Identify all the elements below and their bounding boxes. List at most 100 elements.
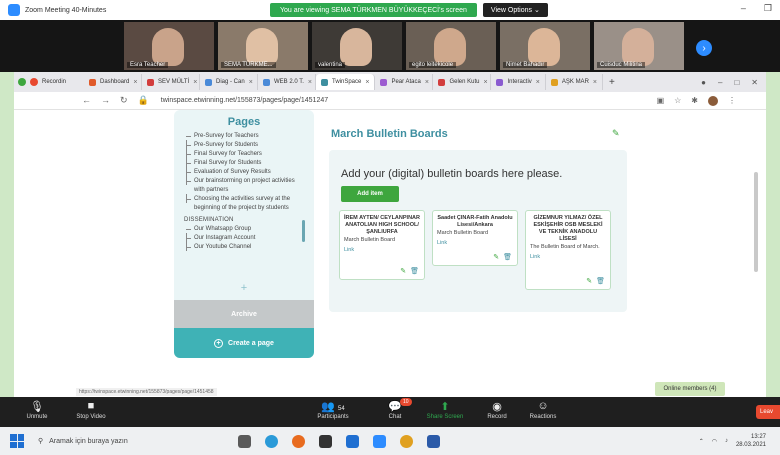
participants-button[interactable]: 👥 54 Participants xyxy=(308,400,358,420)
view-options-button[interactable]: View Options ⌄ xyxy=(482,3,548,17)
unmute-button[interactable]: 🎙 Unmute xyxy=(12,400,62,420)
browser-tab[interactable]: Dashboard × xyxy=(84,74,142,90)
add-item-button[interactable]: Add item xyxy=(341,186,399,202)
online-members-button[interactable]: Online members (4) xyxy=(655,382,725,396)
add-page-icon[interactable]: + xyxy=(174,282,314,294)
close-icon[interactable]: × xyxy=(425,79,429,86)
lock-icon[interactable]: 🔒 xyxy=(138,95,149,106)
page-link[interactable]: Our Whatsapp Group xyxy=(184,225,302,234)
participant-tile[interactable]: egito leitekicole xyxy=(406,22,496,70)
volume-icon[interactable]: ♪ xyxy=(725,438,728,444)
star-icon[interactable]: ☆ xyxy=(674,96,681,105)
close-icon[interactable]: × xyxy=(593,79,597,86)
share-screen-icon: ⬆ xyxy=(440,401,450,413)
video-camera-icon: ■ xyxy=(87,400,95,412)
board-card: Saadet ÇINAR-Fatih Anadolu Lisesi/Ankara… xyxy=(432,210,518,266)
edit-pencil-icon[interactable]: ✎ xyxy=(586,277,592,285)
close-icon[interactable]: × xyxy=(536,79,540,86)
taskbar-search[interactable]: ⚲ Aramak için buraya yazın xyxy=(38,437,198,446)
page-link[interactable]: Pre-Survey for Teachers xyxy=(184,132,302,141)
participant-tile[interactable]: Esra Teacher xyxy=(124,22,214,70)
clock[interactable]: 13:27 28.03.2021 xyxy=(736,433,766,449)
edit-pencil-icon[interactable]: ✎ xyxy=(400,267,406,275)
mail-icon[interactable] xyxy=(346,434,359,448)
participant-tile[interactable]: valentina xyxy=(312,22,402,70)
wifi-icon[interactable]: ◠ xyxy=(712,438,717,445)
zoom-app-icon[interactable] xyxy=(373,434,386,448)
pages-scrollbar[interactable] xyxy=(302,220,305,242)
leave-button[interactable]: Leav xyxy=(756,405,780,419)
browser-tab[interactable]: SEV MÜLTİ × xyxy=(142,74,200,90)
page-link[interactable]: Evaluation of Survey Results xyxy=(184,167,302,177)
page-link[interactable]: Final Survey for Students xyxy=(184,158,302,168)
word-icon[interactable] xyxy=(427,434,440,448)
record-button[interactable]: ◉ Record xyxy=(472,400,522,420)
trash-icon[interactable]: 🗑 xyxy=(596,277,605,285)
chrome-icon[interactable] xyxy=(400,434,413,448)
reactions-button[interactable]: ☺ Reactions xyxy=(518,400,568,420)
browser-tab[interactable]: AŞK MAR × xyxy=(546,74,603,90)
forward-icon[interactable]: → xyxy=(101,95,110,106)
close-icon[interactable]: × xyxy=(249,79,253,86)
firefox-icon[interactable] xyxy=(292,434,305,448)
maximize-icon[interactable]: □ xyxy=(734,78,739,87)
stop-video-label: Stop Video xyxy=(76,414,106,420)
page-link[interactable]: Our Instagram Account xyxy=(184,233,302,243)
translate-icon[interactable]: ▣ xyxy=(657,96,665,105)
page-scrollbar[interactable] xyxy=(754,172,758,272)
recording-extension[interactable]: Recordin xyxy=(14,78,84,86)
close-icon[interactable]: × xyxy=(193,79,197,86)
minimize-icon[interactable]: – xyxy=(718,78,722,87)
trash-icon[interactable]: 🗑 xyxy=(410,267,419,275)
participant-tile[interactable]: SEMA TÜRKME... xyxy=(218,22,308,70)
create-page-button[interactable]: + Create a page xyxy=(174,328,314,358)
profile-avatar[interactable] xyxy=(708,95,718,106)
page-link[interactable]: Choosing the activities survey at the be… xyxy=(184,194,302,213)
share-screen-button[interactable]: ⬆ Share Screen xyxy=(420,400,470,420)
browser-tab[interactable]: WEB 2.0 T. × xyxy=(258,74,316,90)
browser-tab[interactable]: Diag - Can × xyxy=(200,74,258,90)
unmute-label: Unmute xyxy=(26,414,48,420)
menu-icon[interactable]: ⋮ xyxy=(728,96,736,105)
task-view-icon[interactable] xyxy=(238,434,251,448)
stop-video-button[interactable]: ■ Stop Video xyxy=(66,400,116,420)
minimize-icon[interactable]: – xyxy=(741,3,746,14)
section-dissemination[interactable]: DISSEMINATION xyxy=(184,216,302,225)
archive-button[interactable]: Archive xyxy=(174,300,314,328)
store-icon[interactable] xyxy=(319,434,332,448)
edge-icon[interactable] xyxy=(265,434,278,448)
gallery-next-icon[interactable]: › xyxy=(696,40,712,56)
edit-pencil-icon[interactable]: ✎ xyxy=(612,128,620,139)
close-icon[interactable]: ✕ xyxy=(751,78,758,87)
participant-tile[interactable]: Cuisduc Militina xyxy=(594,22,684,70)
browser-tab[interactable]: Gelen Kutu × xyxy=(433,74,492,90)
reload-icon[interactable]: ↻ xyxy=(120,95,128,106)
tab-search-icon[interactable]: ● xyxy=(701,78,706,87)
edit-pencil-icon[interactable]: ✎ xyxy=(493,253,499,261)
close-icon[interactable]: × xyxy=(483,79,487,86)
tab-label: WEB 2.0 T. xyxy=(274,79,304,85)
back-icon[interactable]: ← xyxy=(82,95,91,106)
browser-tab[interactable]: Pear Ataca × xyxy=(375,74,434,90)
extensions-icon[interactable]: ✱ xyxy=(691,96,698,105)
page-link[interactable]: Our Youtube Channel xyxy=(184,242,302,252)
chat-button[interactable]: 💬 10 Chat xyxy=(370,398,420,420)
page-link[interactable]: Our brainstorming on project activities … xyxy=(184,176,302,195)
tray-chevron-icon[interactable]: ⌃ xyxy=(699,438,704,445)
card-link[interactable]: Link xyxy=(344,247,420,253)
card-link[interactable]: Link xyxy=(530,254,606,260)
page-link[interactable]: Final Survey for Teachers xyxy=(184,149,302,159)
new-tab-icon[interactable]: + xyxy=(603,77,621,88)
trash-icon[interactable]: 🗑 xyxy=(503,253,512,261)
close-icon[interactable]: × xyxy=(308,79,312,86)
maximize-icon[interactable]: ❐ xyxy=(764,3,772,14)
browser-tab-active[interactable]: TwinSpace × xyxy=(316,74,376,90)
page-link[interactable]: Pre-Survey for Students xyxy=(184,140,302,150)
card-link[interactable]: Link xyxy=(437,240,513,246)
close-icon[interactable]: × xyxy=(365,79,369,86)
close-icon[interactable]: × xyxy=(133,79,137,86)
url-field[interactable]: twinspace.etwinning.net/155873/pages/pag… xyxy=(161,97,328,104)
windows-start-icon[interactable] xyxy=(10,434,24,448)
browser-tab[interactable]: Interactiv × xyxy=(491,74,546,90)
participant-tile[interactable]: Nimet Bahadır xyxy=(500,22,590,70)
